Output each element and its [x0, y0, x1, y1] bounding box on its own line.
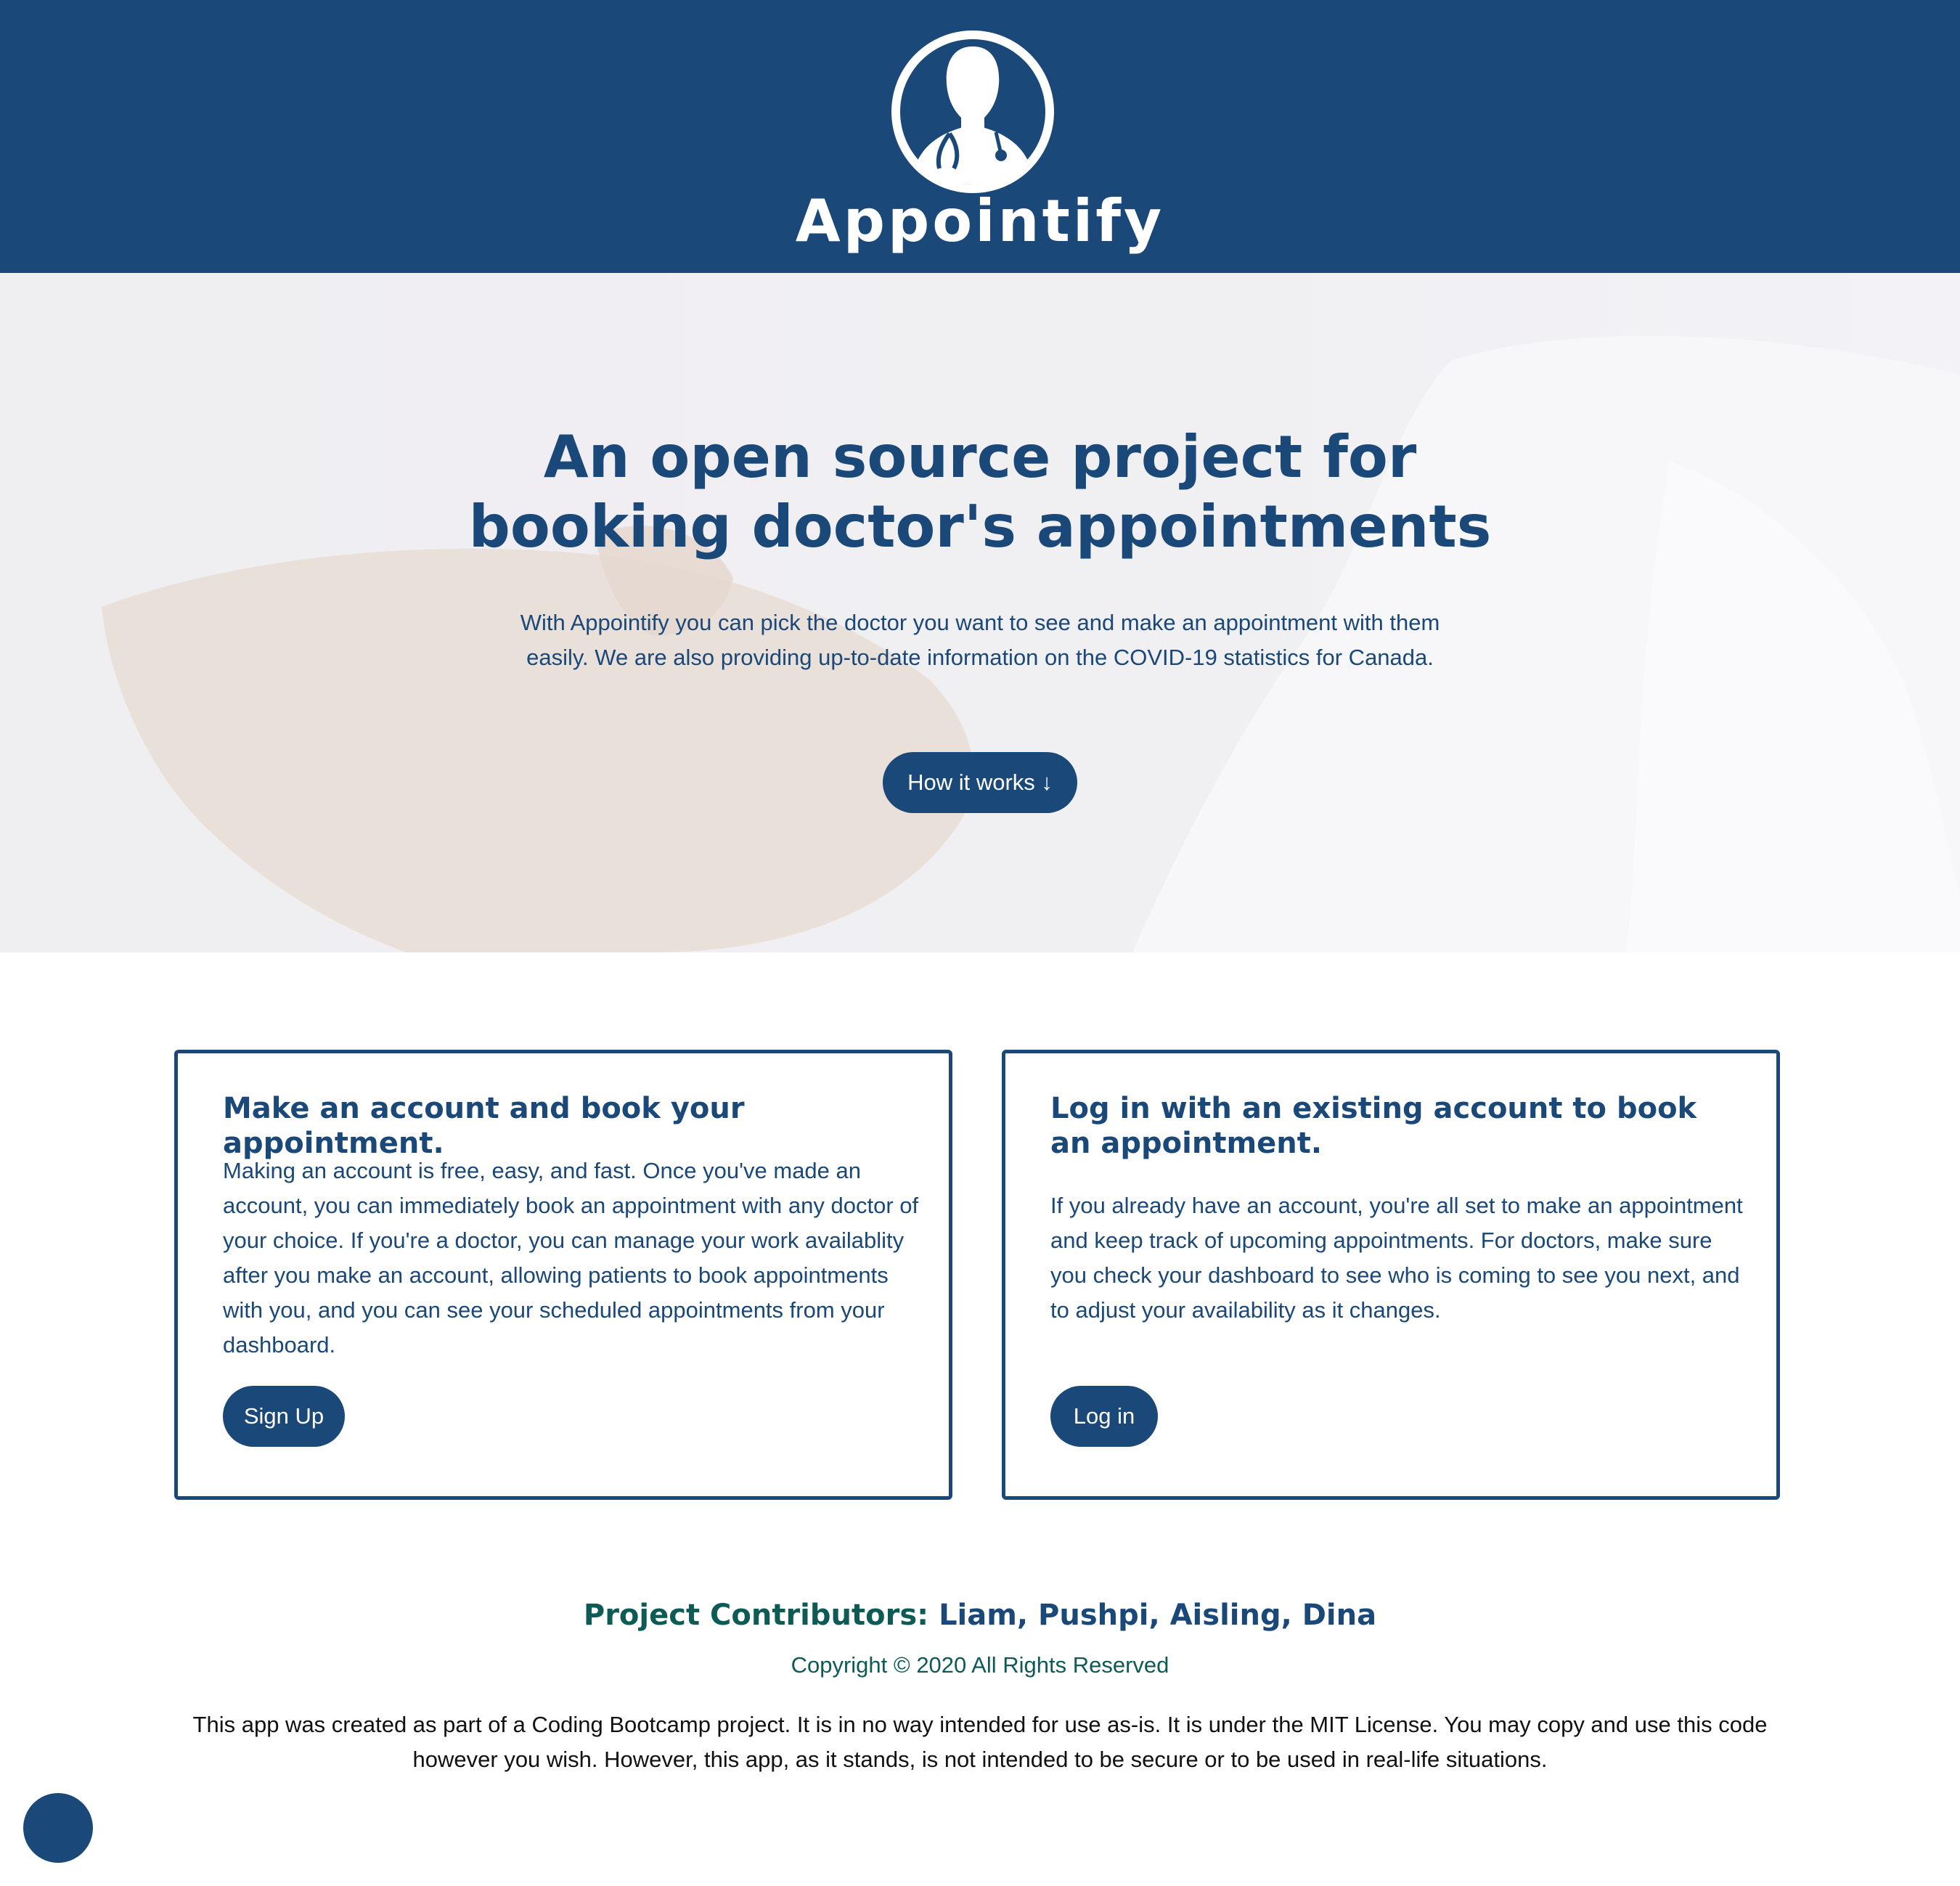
- floating-action-button[interactable]: [23, 1793, 93, 1863]
- login-card: Log in with an existing account to book …: [1002, 1050, 1780, 1500]
- signup-card: Make an account and book your appointmen…: [174, 1050, 952, 1500]
- contributors-label: Project Contributors:: [583, 1599, 929, 1632]
- login-card-title: Log in with an existing account to book …: [1050, 1092, 1697, 1160]
- how-it-works-button[interactable]: How it works ↓: [883, 752, 1077, 813]
- signup-card-title: Make an account and book your appointmen…: [223, 1092, 745, 1160]
- doctor-stethoscope-icon[interactable]: [887, 26, 1058, 197]
- hero-title-line-1: An open source project for: [543, 423, 1417, 491]
- hero-description: With Appointify you can pick the doctor …: [520, 610, 1440, 670]
- site-header: Appointify: [0, 0, 1960, 273]
- hero-title: An open source project for booking docto…: [436, 422, 1524, 562]
- project-contributors: Project Contributors: Liam, Pushpi, Aisl…: [0, 1599, 1960, 1632]
- hero-section: An open source project for booking docto…: [0, 273, 1960, 952]
- log-in-button[interactable]: Log in: [1050, 1386, 1158, 1447]
- contributors-names: Liam, Pushpi, Aisling, Dina: [939, 1599, 1377, 1632]
- hero-title-line-2: booking doctor's appointments: [468, 493, 1492, 560]
- brand-name: Appointify: [795, 187, 1165, 255]
- login-card-body: If you already have an account, you're a…: [1050, 1193, 1743, 1323]
- copyright: Copyright © 2020 All Rights Reserved: [791, 1652, 1169, 1678]
- sign-up-button[interactable]: Sign Up: [223, 1386, 345, 1447]
- footer-disclaimer: This app was created as part of a Coding…: [192, 1712, 1768, 1772]
- signup-card-body: Making an account is free, easy, and fas…: [223, 1158, 919, 1358]
